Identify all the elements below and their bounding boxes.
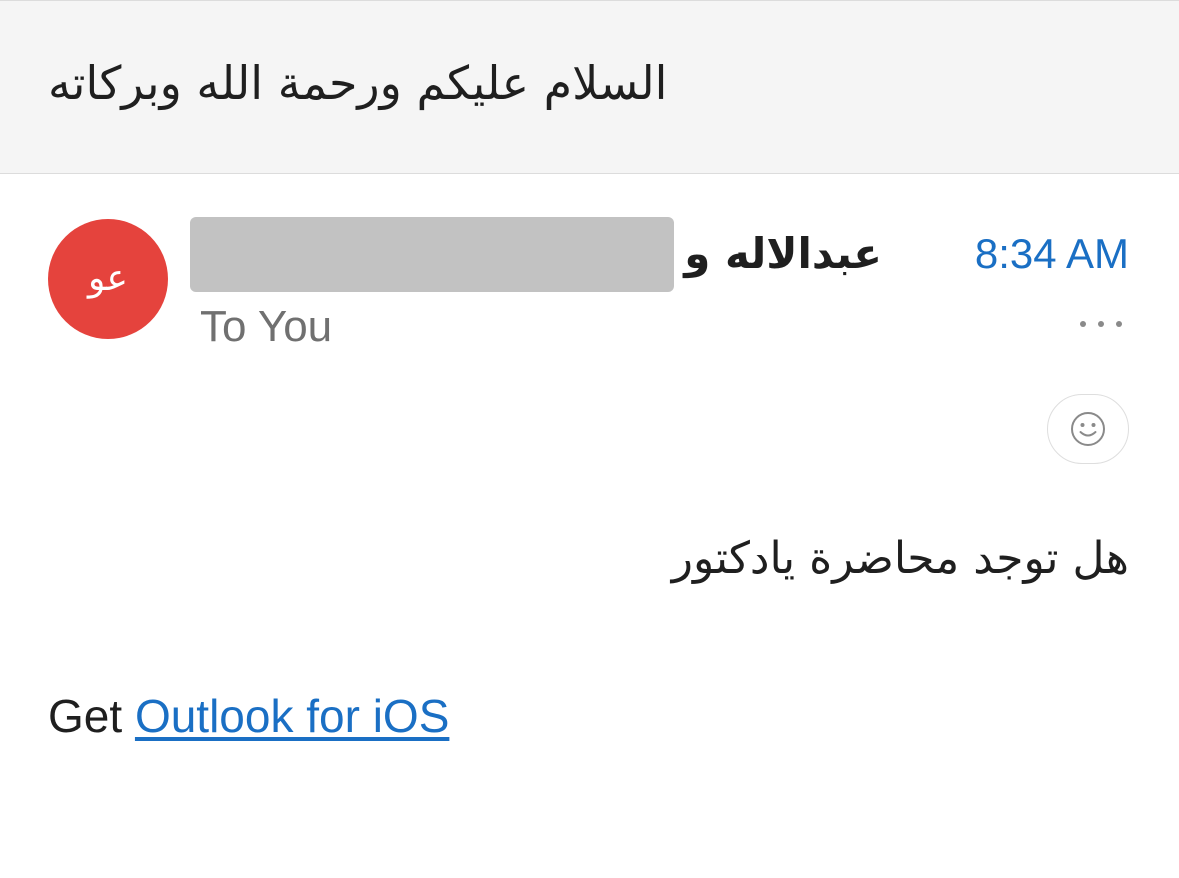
redacted-sender-address (190, 217, 674, 292)
smiley-icon (1071, 412, 1105, 446)
received-time: 8:34 AM (974, 230, 1129, 277)
sender-avatar[interactable]: عو (48, 219, 168, 339)
email-body: هل توجد محاضرة يادكتور (671, 533, 1129, 584)
add-reaction-button[interactable] (1047, 394, 1129, 464)
avatar-initials: عو (87, 258, 129, 299)
recipient-line[interactable]: To You (200, 298, 332, 356)
more-options-button[interactable] (1080, 313, 1122, 335)
more-dot (1098, 321, 1104, 327)
outlook-ios-link[interactable]: Outlook for iOS (135, 690, 449, 742)
email-subject: السلام عليكم ورحمة الله وبركاته (48, 56, 668, 110)
more-dot (1116, 321, 1122, 327)
signature-prefix: Get (48, 690, 135, 742)
more-horizontal-icon (1080, 321, 1086, 327)
subject-bar: السلام عليكم ورحمة الله وبركاته (0, 0, 1179, 174)
email-signature: Get Outlook for iOS (48, 686, 449, 746)
